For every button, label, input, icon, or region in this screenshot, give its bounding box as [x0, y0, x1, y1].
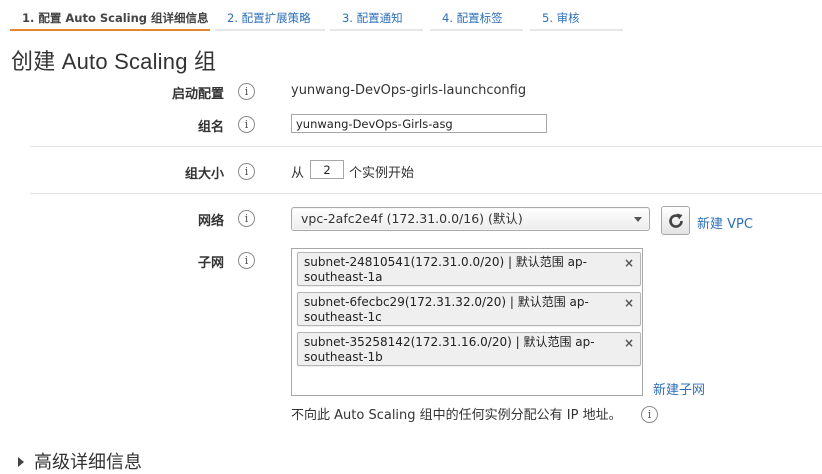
vpc-select[interactable]: vpc-2afc2e4f (172.31.0.0/16) (默认): [291, 207, 650, 231]
info-icon[interactable]: i: [238, 252, 255, 269]
advanced-details-label: 高级详细信息: [34, 452, 142, 473]
group-size-label: 组大小: [184, 167, 224, 182]
tab-configure-notifications[interactable]: 3. 配置通知: [330, 0, 423, 31]
group-size-suffix: 个实例开始: [349, 166, 415, 181]
launch-config-label: 启动配置: [171, 87, 224, 102]
subnet-chip-label: subnet-6fecbc29(172.31.32.0/20) | 默认范围 a…: [304, 295, 589, 324]
close-icon[interactable]: ×: [624, 336, 634, 350]
vpc-selected-value: vpc-2afc2e4f (172.31.0.0/16) (默认): [301, 211, 523, 226]
close-icon[interactable]: ×: [624, 256, 634, 270]
expand-triangle-icon: [18, 456, 24, 467]
new-vpc-link[interactable]: 新建 VPC: [697, 213, 753, 232]
group-name-label: 组名: [197, 120, 224, 135]
close-icon[interactable]: ×: [624, 296, 634, 310]
tab-configure-tags[interactable]: 4. 配置标签: [430, 0, 523, 31]
info-icon[interactable]: i: [238, 116, 255, 133]
info-icon[interactable]: i: [238, 83, 255, 100]
tab-review[interactable]: 5. 审核: [530, 0, 623, 31]
launch-config-value: yunwang-DevOps-girls-launchconfig: [291, 83, 527, 98]
tab-configure-scaling-policies[interactable]: 2. 配置扩展策略: [215, 0, 325, 31]
tab-configure-group-details[interactable]: 1. 配置 Auto Scaling 组详细信息: [10, 0, 210, 31]
subnet-chip: subnet-6fecbc29(172.31.32.0/20) | 默认范围 a…: [297, 292, 641, 326]
subnet-chip-label: subnet-24810541(172.31.0.0/20) | 默认范围 ap…: [304, 255, 587, 284]
subnet-chip: subnet-24810541(172.31.0.0/20) | 默认范围 ap…: [297, 252, 641, 286]
subnet-chip: subnet-35258142(172.31.16.0/20) | 默认范围 a…: [297, 332, 641, 366]
group-size-prefix: 从: [291, 166, 305, 181]
info-icon[interactable]: i: [238, 163, 255, 180]
page-title: 创建 Auto Scaling 组: [11, 49, 217, 74]
divider: [30, 193, 822, 194]
info-icon[interactable]: i: [641, 406, 658, 423]
subnet-multiselect[interactable]: subnet-24810541(172.31.0.0/20) | 默认范围 ap…: [291, 248, 643, 396]
subnet-label: 子网: [197, 256, 224, 271]
subnet-chip-label: subnet-35258142(172.31.16.0/20) | 默认范围 a…: [304, 335, 595, 364]
refresh-icon: [669, 213, 683, 228]
group-name-field[interactable]: [291, 114, 547, 133]
new-subnet-link[interactable]: 新建子网: [653, 379, 705, 398]
info-icon[interactable]: i: [238, 210, 255, 227]
wizard-tabs: 1. 配置 Auto Scaling 组详细信息 2. 配置扩展策略 3. 配置…: [10, 0, 822, 32]
group-size-input[interactable]: [310, 160, 344, 179]
network-label: 网络: [197, 214, 224, 229]
refresh-button[interactable]: [661, 206, 690, 235]
public-ip-note: 不向此 Auto Scaling 组中的任何实例分配公有 IP 地址。: [291, 408, 622, 423]
advanced-details-toggle[interactable]: 高级详细信息: [18, 448, 142, 474]
divider: [30, 146, 822, 147]
chevron-down-icon: [634, 217, 642, 222]
